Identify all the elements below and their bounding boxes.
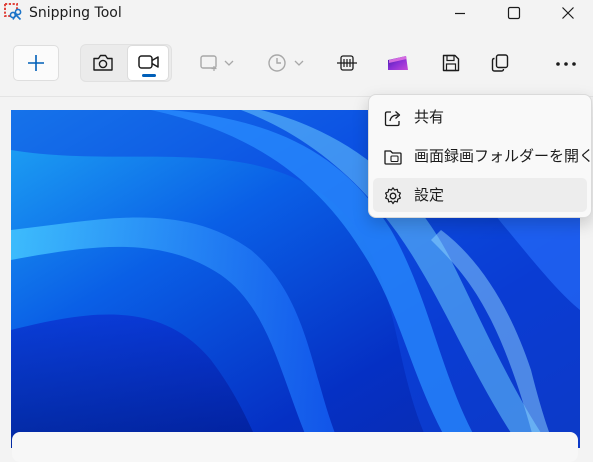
maximize-icon [507,6,521,20]
menu-item-share[interactable]: 共有 [373,100,587,134]
new-snip-button[interactable] [13,45,59,81]
more-icon [556,62,576,66]
minimize-button[interactable] [438,0,482,26]
folder-icon [383,147,403,167]
video-camera-icon [138,55,159,69]
selected-indicator [142,74,156,77]
menu-item-open-recording-folder[interactable]: 画面録画フォルダーを開く [373,139,593,173]
rectangle-mode-icon [200,55,234,71]
snip-mode-button[interactable] [84,45,122,81]
window-title: Snipping Tool [29,5,122,21]
record-mode-button[interactable] [127,45,169,81]
menu-item-settings[interactable]: 設定 [373,178,587,212]
title-bar[interactable]: Snipping Tool [0,0,593,26]
save-icon [442,54,460,72]
clipchamp-icon [388,56,408,70]
more-options-button[interactable] [549,45,583,81]
snipping-tool-app-icon [4,3,22,21]
close-icon [562,7,574,19]
bottom-card [12,432,578,462]
text-actions-icon [337,55,357,71]
text-actions-button[interactable] [330,45,364,81]
menu-item-label: 共有 [414,108,445,126]
maximize-button[interactable] [492,0,536,26]
more-options-menu: 共有 画面録画フォルダーを開く 設定 [368,94,593,218]
share-icon [383,108,403,128]
plus-icon [28,55,44,71]
clipchamp-button[interactable] [381,45,415,81]
close-button[interactable] [546,0,590,26]
save-button[interactable] [434,45,468,81]
menu-item-label: 設定 [414,186,445,204]
minimize-icon [455,12,465,15]
timer-icon [268,54,304,72]
camera-icon [93,54,113,71]
toolbar [0,26,593,96]
snip-shape-dropdown[interactable] [193,45,243,81]
menu-item-label: 画面録画フォルダーを開く [414,147,593,165]
delay-timer-dropdown[interactable] [262,45,312,81]
gear-icon [383,186,403,206]
copy-icon [491,54,509,72]
copy-button[interactable] [483,45,517,81]
